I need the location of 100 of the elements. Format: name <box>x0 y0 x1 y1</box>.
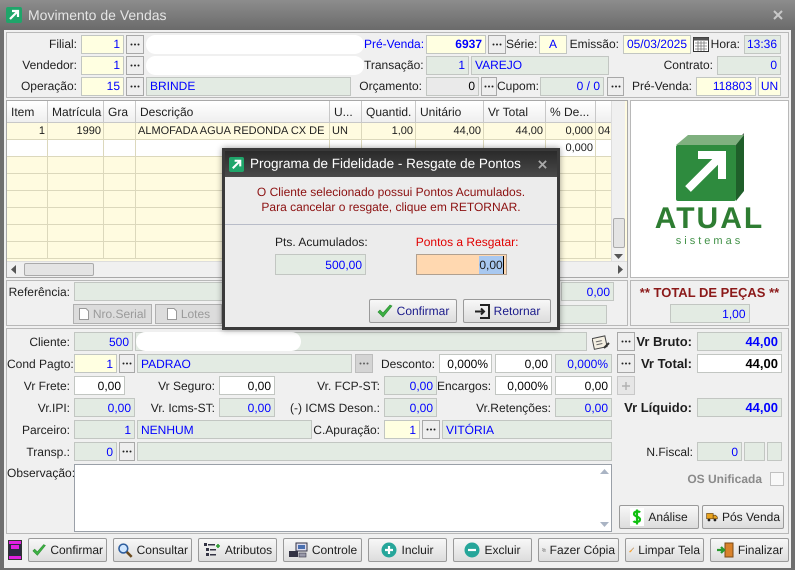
input-field[interactable]: BRINDE <box>146 76 351 96</box>
toolbar-button[interactable]: Controle <box>283 538 362 562</box>
input-field[interactable]: 0 <box>426 76 479 96</box>
input-field[interactable]: 1 <box>81 56 124 74</box>
lookup-button[interactable] <box>617 332 635 351</box>
input-field[interactable]: 0 <box>717 56 781 74</box>
input-field[interactable]: 0,00 <box>219 398 275 417</box>
input-field[interactable]: 1,00 <box>670 304 750 324</box>
toolbar-button[interactable]: Incluir <box>368 538 447 562</box>
lookup-button[interactable] <box>617 354 635 373</box>
vertical-scrollbar[interactable] <box>611 101 625 261</box>
input-field[interactable]: 1 <box>74 354 117 373</box>
field-label: N.Fiscal: <box>645 444 694 460</box>
input-field[interactable]: 13:36 <box>744 34 781 54</box>
table-cell-text: 1,00 <box>390 124 414 139</box>
input-field[interactable]: 118803 <box>696 76 756 96</box>
input-field[interactable]: 0,000% <box>495 376 552 395</box>
column-header[interactable]: Gra <box>104 101 135 122</box>
column-header[interactable]: % De... <box>546 101 595 122</box>
input-field[interactable]: 0,000% <box>439 354 492 373</box>
input-field[interactable] <box>744 442 765 461</box>
toolbar-button[interactable]: Fazer Cópia <box>538 538 619 562</box>
input-field[interactable]: PADRAO <box>137 354 352 373</box>
scroll-left-arrow-icon[interactable] <box>11 265 16 274</box>
input-field[interactable]: A <box>539 34 567 54</box>
scroll-right-arrow-icon[interactable] <box>618 265 623 274</box>
input-field[interactable]: 0,000% <box>555 354 612 373</box>
input-field[interactable]: 0,00 <box>384 398 437 417</box>
input-field[interactable] <box>767 442 782 461</box>
input-field[interactable]: 05/03/2025 <box>623 34 691 54</box>
input-field[interactable]: 0 <box>74 442 117 461</box>
column-header[interactable]: Descrição <box>136 101 329 122</box>
lookup-button[interactable] <box>119 354 135 373</box>
input-field[interactable]: 0 / 0 <box>540 76 604 96</box>
toolbar-button[interactable]: Confirmar <box>28 538 107 562</box>
input-field[interactable]: 0,00 <box>384 376 437 395</box>
side-button[interactable]: Pós Venda <box>702 505 784 529</box>
input-field[interactable]: 1 <box>81 34 124 54</box>
input-field[interactable]: UN <box>758 76 781 96</box>
dialog-button[interactable]: Confirmar <box>369 299 457 323</box>
field-label: Pré-Venda: <box>364 36 426 53</box>
lookup-button[interactable] <box>126 56 144 74</box>
lookup-button[interactable] <box>607 76 624 96</box>
scroll-thumb[interactable] <box>24 263 94 276</box>
input-field[interactable]: 1 <box>74 420 135 439</box>
close-icon[interactable] <box>538 160 547 168</box>
toolbar-button[interactable]: Limpar Tela <box>625 538 704 562</box>
lookup-button[interactable] <box>481 76 497 96</box>
column-header[interactable]: Quantid. <box>362 101 415 122</box>
input-field[interactable]: NENHUM <box>137 420 312 439</box>
input-field[interactable]: 500 <box>74 332 133 351</box>
input-field[interactable]: 0,00 <box>74 398 135 417</box>
input-field[interactable]: 44,00 <box>697 332 782 351</box>
toolbar-button[interactable]: Consultar <box>113 538 192 562</box>
input-field[interactable] <box>137 442 612 461</box>
input-field[interactable]: 0,00 <box>416 254 507 275</box>
lookup-button[interactable] <box>126 34 144 54</box>
column-header[interactable]: Unitário <box>416 101 483 122</box>
input-field[interactable]: 0 <box>697 442 742 461</box>
input-field[interactable] <box>135 332 587 351</box>
input-field[interactable]: 0,00 <box>495 354 552 373</box>
column-header[interactable]: Vr Total <box>484 101 545 122</box>
scroll-thumb[interactable] <box>612 218 624 248</box>
column-header[interactable]: U... <box>330 101 361 122</box>
plus-icon <box>622 382 630 390</box>
table-cell-text: UN <box>331 124 349 139</box>
column-header[interactable]: Matrícula <box>48 101 103 122</box>
calendar-icon[interactable] <box>693 36 709 52</box>
input-field[interactable]: 0,00 <box>555 376 612 395</box>
return-icon <box>474 304 490 318</box>
lookup-button[interactable] <box>119 442 135 461</box>
field-label: Hora: <box>710 36 741 53</box>
input-field[interactable]: 44,00 <box>697 354 782 373</box>
lookup-button[interactable] <box>422 420 440 439</box>
scroll-down-arrow-icon[interactable] <box>614 254 623 259</box>
input-field[interactable]: VAREJO <box>471 56 609 74</box>
input-field[interactable]: 15 <box>81 76 124 96</box>
input-field[interactable]: 0,00 <box>555 398 612 417</box>
side-button[interactable]: Análise <box>619 505 699 529</box>
input-field[interactable]: 0,00 <box>219 376 275 395</box>
input-field[interactable]: 6937 <box>426 34 486 54</box>
input-field[interactable]: 0,00 <box>74 376 125 395</box>
input-field[interactable]: 500,00 <box>275 254 366 275</box>
column-header[interactable]: Item <box>7 101 47 122</box>
field-label: Transp.: <box>25 444 71 460</box>
input-field[interactable]: 44,00 <box>697 398 782 417</box>
field-label: Cliente: <box>28 334 71 350</box>
dialog-message: Para cancelar o resgate, clique em RETORNAR. <box>261 200 521 215</box>
input-field[interactable]: 1 <box>384 420 420 439</box>
lookup-button[interactable] <box>126 76 144 96</box>
toolbar-button[interactable]: Excluir <box>453 538 532 562</box>
close-icon[interactable] <box>773 10 783 20</box>
toolbar-button[interactable]: Atributos <box>198 538 277 562</box>
save-button[interactable] <box>8 540 22 560</box>
dialog-button[interactable]: Retornar <box>463 299 551 323</box>
input-field[interactable]: 1 <box>426 56 469 74</box>
input-field[interactable]: VITÓRIA <box>442 420 612 439</box>
input-field[interactable]: 0,00 <box>561 282 614 301</box>
lookup-button[interactable] <box>488 34 506 54</box>
toolbar-button[interactable]: Finalizar <box>710 538 789 562</box>
